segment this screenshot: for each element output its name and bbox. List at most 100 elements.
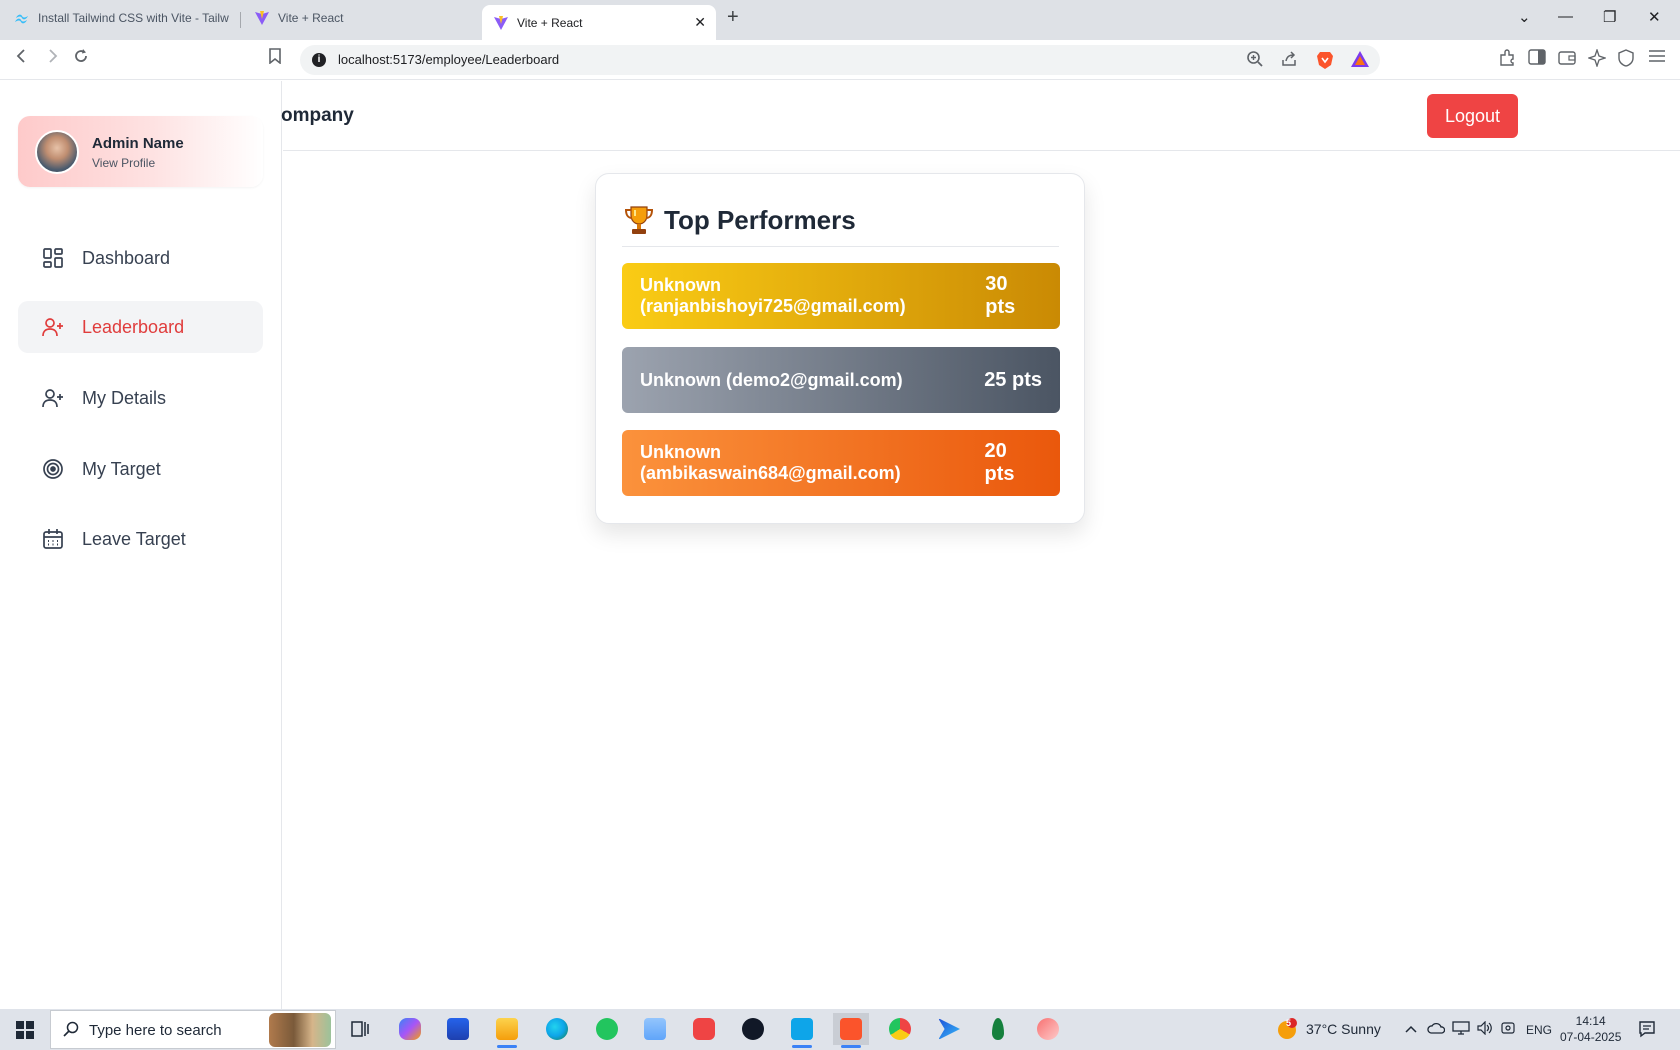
url-field[interactable]: i localhost:5173/employee/Leaderboard: [300, 45, 1380, 75]
tab-divider: [240, 12, 241, 28]
taskbar-search[interactable]: Type here to search: [50, 1010, 336, 1049]
copilot-icon[interactable]: [392, 1013, 428, 1045]
chatgpt-icon[interactable]: [735, 1013, 771, 1045]
sidebar-item-label: Leaderboard: [82, 316, 185, 337]
entry-name: Unknown (ambikaswain684@gmail.com): [640, 442, 901, 483]
vscode-icon[interactable]: [784, 1013, 820, 1048]
tab-title: Vite + React: [278, 11, 344, 25]
target-icon: [42, 458, 64, 480]
forward-icon[interactable]: [44, 48, 60, 69]
language-indicator[interactable]: ENG: [1526, 1023, 1552, 1037]
notepad-icon[interactable]: [637, 1013, 673, 1045]
whatsapp-icon[interactable]: [589, 1013, 625, 1045]
chevron-up-icon[interactable]: [1404, 1021, 1418, 1037]
snipping-tool-icon[interactable]: [1030, 1013, 1066, 1045]
brave-rewards-icon[interactable]: [1350, 50, 1370, 73]
clock[interactable]: 14:14 07-04-2025: [1560, 1013, 1621, 1045]
task-view-icon[interactable]: [342, 1013, 378, 1045]
dashboard-icon: [42, 247, 64, 269]
sidebar-item-my-details[interactable]: My Details: [18, 372, 263, 424]
entry-points: 25 pts: [984, 368, 1042, 391]
entry-name: Unknown (demo2@gmail.com): [640, 369, 903, 390]
extensions-icon[interactable]: [1498, 49, 1516, 72]
zoom-icon[interactable]: [1246, 50, 1264, 73]
new-tab-button[interactable]: +: [727, 6, 739, 29]
card-title: Top Performers: [624, 204, 856, 236]
view-profile-link[interactable]: View Profile: [92, 156, 155, 170]
vite-icon: [493, 15, 509, 31]
mongodb-icon[interactable]: [980, 1013, 1016, 1045]
notifications-icon[interactable]: [1638, 1020, 1656, 1041]
volume-icon[interactable]: [1476, 1020, 1494, 1038]
sidebar-toggle-icon[interactable]: [1528, 49, 1546, 70]
browser-tab[interactable]: Install Tailwind CSS with Vite - Tailw: [14, 0, 234, 36]
leaderboard-title: Top Performers: [664, 204, 856, 235]
brave-shield-icon[interactable]: [1316, 50, 1334, 75]
sidebar-item-label: Dashboard: [82, 247, 171, 268]
browser-tab-bar: Install Tailwind CSS with Vite - Tailw V…: [0, 0, 1680, 40]
search-highlight-image: [269, 1013, 331, 1047]
brave-browser-icon[interactable]: [833, 1013, 869, 1048]
user-plus-icon: [42, 316, 64, 338]
sidebar-item-leave-target[interactable]: Leave Target: [18, 513, 263, 565]
store-icon[interactable]: [440, 1013, 476, 1045]
sidebar-item-label: My Target: [82, 458, 161, 479]
youtube-icon[interactable]: [686, 1013, 722, 1045]
user-plus-icon: [42, 387, 64, 409]
close-window-button[interactable]: ✕: [1648, 8, 1661, 26]
sidebar-item-label: Leave Target: [82, 528, 186, 549]
top-header: ompany Logout: [281, 81, 1680, 151]
title-divider: [622, 246, 1059, 247]
tab-title: Install Tailwind CSS with Vite - Tailw: [38, 11, 229, 25]
entry-points: 30 pts: [985, 273, 1016, 318]
taskbar: Type here to search 5 37°C Sunny ENG 14:…: [0, 1009, 1680, 1050]
profile-name: Admin Name: [92, 135, 184, 152]
file-explorer-icon[interactable]: [489, 1013, 525, 1048]
network-icon[interactable]: [1452, 1021, 1470, 1038]
onedrive-icon[interactable]: [1427, 1021, 1446, 1037]
sidebar-item-leaderboard[interactable]: Leaderboard: [18, 301, 263, 353]
avatar[interactable]: [35, 130, 79, 174]
entry-name: Unknown (ranjanbishoyi725@gmail.com): [640, 275, 906, 316]
bookmark-icon[interactable]: [268, 48, 282, 69]
trophy-icon: [624, 204, 654, 236]
back-icon[interactable]: [14, 48, 30, 69]
calendar-icon: [42, 528, 64, 550]
leo-ai-icon[interactable]: [1586, 47, 1608, 72]
wallet-icon[interactable]: [1558, 49, 1576, 70]
entry-points: 20 pts: [984, 440, 1015, 485]
sidebar-item-my-target[interactable]: My Target: [18, 443, 263, 495]
weather-badge: 5: [1286, 1018, 1292, 1028]
meet-now-icon[interactable]: [1500, 1021, 1516, 1038]
clock-time: 14:14: [1575, 1014, 1606, 1028]
reload-icon[interactable]: [73, 48, 89, 69]
powerautomate-icon[interactable]: [931, 1013, 967, 1045]
share-icon[interactable]: [1280, 50, 1298, 73]
browser-tab[interactable]: Vite + React: [254, 0, 454, 36]
windows-start-icon[interactable]: [16, 1021, 34, 1039]
sidebar-item-dashboard[interactable]: Dashboard: [18, 232, 263, 284]
close-tab-icon[interactable]: ✕: [694, 14, 706, 31]
menu-icon[interactable]: [1648, 49, 1666, 68]
edge-icon[interactable]: [539, 1013, 575, 1045]
sidebar-item-label: My Details: [82, 387, 167, 408]
url-text: localhost:5173/employee/Leaderboard: [338, 52, 560, 67]
leaderboard-card: Top Performers Unknown (ranjanbishoyi725…: [595, 173, 1085, 524]
logout-button[interactable]: Logout: [1427, 94, 1518, 138]
leaderboard-entry: Unknown (ranjanbishoyi725@gmail.com) 30 …: [622, 263, 1060, 329]
vite-icon: [254, 10, 270, 26]
minimize-button[interactable]: —: [1558, 8, 1573, 25]
chrome-icon[interactable]: [882, 1013, 918, 1045]
tab-search-icon[interactable]: ⌄: [1518, 8, 1531, 26]
address-bar: i localhost:5173/employee/Leaderboard: [0, 40, 1680, 80]
weather-text[interactable]: 37°C Sunny: [1306, 1021, 1381, 1037]
site-info-icon[interactable]: i: [312, 53, 326, 67]
profile-card[interactable]: Admin Name View Profile: [18, 116, 263, 187]
browser-tab-active[interactable]: Vite + React ✕: [482, 5, 716, 40]
vpn-icon[interactable]: [1618, 49, 1634, 72]
restore-button[interactable]: ❐: [1603, 8, 1616, 26]
clock-date: 07-04-2025: [1560, 1030, 1622, 1044]
leaderboard-entry: Unknown (ambikaswain684@gmail.com) 20 pt…: [622, 430, 1060, 496]
sidebar: Admin Name View Profile Dashboard Leader…: [0, 81, 282, 1009]
tailwind-icon: [14, 10, 30, 26]
